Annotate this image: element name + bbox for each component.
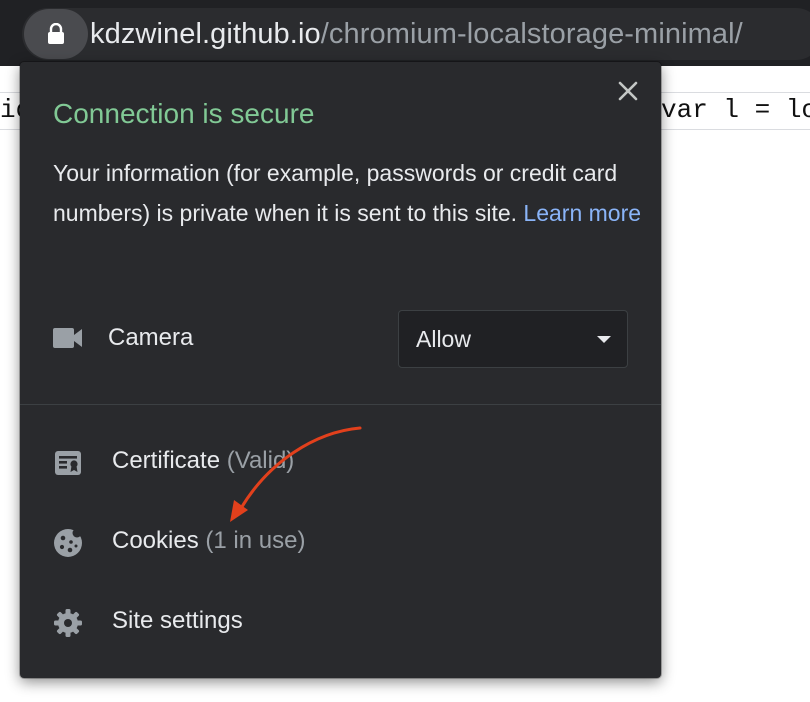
cookies-row[interactable]: Cookies (1 in use) xyxy=(20,514,661,570)
camera-permission-row: Camera Allow xyxy=(20,310,661,368)
lock-icon xyxy=(48,23,64,44)
camera-permission-select[interactable]: Allow xyxy=(398,310,628,368)
certificate-row[interactable]: Certificate (Valid) xyxy=(20,434,661,490)
gear-icon xyxy=(54,609,82,637)
url-host: kdzwinel.github.io xyxy=(90,18,321,50)
connection-info: Your information (for example, passwords… xyxy=(53,153,643,233)
divider xyxy=(20,404,661,405)
close-icon xyxy=(618,81,638,101)
browser-toolbar: kdzwinel.github.io/chromium-localstorage… xyxy=(0,0,810,66)
page-code-right: var l = lo xyxy=(661,95,810,125)
cookies-text: Cookies xyxy=(112,527,199,554)
chevron-down-icon xyxy=(597,336,611,343)
cookie-icon xyxy=(54,528,82,557)
learn-more-link[interactable]: Learn more xyxy=(523,200,641,226)
cookies-label: Cookies (1 in use) xyxy=(112,527,305,555)
site-info-button[interactable] xyxy=(24,9,88,59)
certificate-label: Certificate (Valid) xyxy=(112,447,294,475)
close-button[interactable] xyxy=(616,79,640,103)
camera-label: Camera xyxy=(108,324,194,351)
certificate-text: Certificate xyxy=(112,447,221,474)
certificate-status: (Valid) xyxy=(226,447,295,474)
site-settings-label: Site settings xyxy=(112,607,243,634)
camera-permission-value: Allow xyxy=(416,326,471,352)
connection-title: Connection is secure xyxy=(53,98,315,129)
camera-icon xyxy=(53,328,82,348)
cookies-status: (1 in use) xyxy=(205,527,306,554)
page-code-left: ioc xyxy=(0,95,20,125)
url-path: /chromium-localstorage-minimal/ xyxy=(320,18,743,50)
certificate-icon xyxy=(55,451,81,475)
site-settings-row[interactable]: Site settings xyxy=(20,594,661,650)
url-text[interactable]: kdzwinel.github.io/chromium-localstorage… xyxy=(90,14,743,54)
page-info-popup: Connection is secure Your information (f… xyxy=(20,62,661,678)
